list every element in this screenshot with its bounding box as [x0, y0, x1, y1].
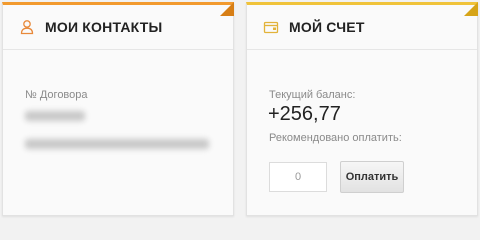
contacts-header: МОИ КОНТАКТЫ: [3, 5, 233, 50]
account-title: МОЙ СЧЕТ: [289, 19, 365, 35]
user-icon: [19, 19, 35, 35]
contract-number-label: № Договора: [25, 89, 88, 101]
recommended-payment-label: Рекомендовано оплатить:: [269, 132, 402, 144]
contacts-card: МОИ КОНТАКТЫ № Договора: [2, 2, 234, 216]
account-header: МОЙ СЧЕТ: [247, 5, 477, 50]
payment-amount-input[interactable]: 0: [269, 162, 327, 192]
contract-number-value: [25, 111, 85, 121]
wallet-icon: [263, 19, 279, 35]
balance-value: +256,77: [268, 103, 341, 125]
contacts-title: МОИ КОНТАКТЫ: [45, 19, 163, 35]
contact-info-value: [25, 139, 209, 149]
corner-fold: [464, 2, 478, 16]
account-card: МОЙ СЧЕТ Текущий баланс: +256,77 Рекомен…: [246, 2, 478, 216]
balance-label: Текущий баланс:: [269, 89, 356, 101]
corner-fold: [220, 2, 234, 16]
pay-button[interactable]: Оплатить: [340, 161, 404, 193]
